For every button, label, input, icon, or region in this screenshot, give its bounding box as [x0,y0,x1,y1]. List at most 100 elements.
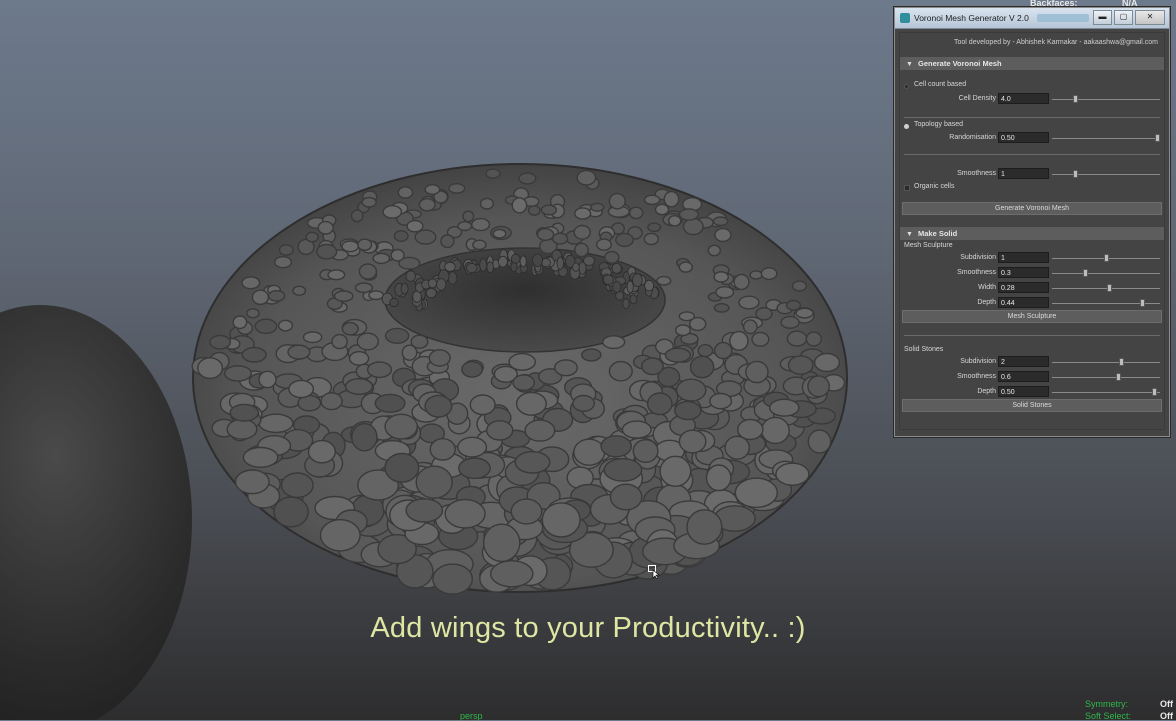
torus-cell [331,333,348,350]
torus-cell [791,280,808,292]
caption-text: Add wings to your Productivity.. :) [370,612,806,644]
cell-count-radio[interactable] [904,84,909,89]
torus-cell [678,208,699,221]
voronoi-tool-window[interactable]: Voronoi Mesh Generator V 2.0 ▬ ▢ ✕ Tool … [894,7,1170,437]
ms-smoothness-slider[interactable] [1052,273,1160,274]
solid-stones-button[interactable]: Solid Stones [902,399,1162,412]
ss-depth-slider[interactable] [1052,392,1160,393]
ms-smoothness-slider-handle[interactable] [1082,269,1088,277]
torus-inner-cell [644,279,654,292]
torus-cell [713,341,733,360]
ss-smoothness-slider[interactable] [1052,377,1160,378]
title-blur [1036,14,1089,22]
ss-subdivision-field[interactable]: 2 [998,356,1049,367]
torus-cell [787,355,814,375]
torus-cell [317,220,334,235]
ms-depth-field[interactable]: 0.44 [998,297,1049,308]
torus-cell [737,418,764,441]
torus-cell [608,192,626,210]
torus-cell [358,263,378,280]
ss-subdivision-slider-handle[interactable] [1118,358,1124,366]
torus-cell [600,435,633,458]
mesh-sculpture-button[interactable]: Mesh Sculpture [902,310,1162,323]
torus-inner-cell [583,255,595,266]
torus-cell [745,360,769,384]
torus-cell [288,379,314,399]
torus-cell [319,519,361,552]
torus-cell [678,261,693,273]
torus-cell [368,290,384,301]
ms-width-field[interactable]: 0.28 [998,282,1049,293]
torus-cell [511,197,528,214]
torus-cell [603,457,643,482]
torus-cell [574,242,589,258]
ss-depth-slider-handle[interactable] [1151,388,1157,396]
torus-cell [775,462,810,486]
generate-voronoi-mesh-button[interactable]: Generate Voronoi Mesh [902,202,1162,215]
torus-cell [374,393,406,413]
ss-smoothness-field[interactable]: 0.6 [998,371,1049,382]
torus-cell [807,375,830,398]
torus-cell [234,469,270,495]
hud-symmetry-label: Symmetry: [1085,699,1129,709]
torus-cell [602,335,626,350]
organic-cells-checkbox[interactable] [904,185,910,191]
torus-cell [734,477,778,509]
torus-inner-cell [572,262,580,272]
smoothness-slider-handle[interactable] [1072,170,1078,178]
randomisation-slider-handle[interactable] [1155,134,1160,142]
ms-subdivision-slider-handle[interactable] [1103,254,1109,262]
randomisation-label: Randomisation [949,134,996,141]
torus-cell [418,197,436,212]
ss-smoothness-label: Smoothness [957,373,996,380]
randomisation-slider[interactable] [1052,138,1160,139]
randomisation-field[interactable]: 0.50 [998,132,1049,143]
mesh-sculpture-title: Mesh Sculpture [904,242,953,249]
torus-inner-cell [632,273,643,288]
torus-cell [280,472,314,499]
torus-cell [278,319,294,332]
minimize-button[interactable]: ▬ [1093,10,1112,25]
ms-subdivision-field[interactable]: 1 [998,252,1049,263]
ms-width-label: Width [978,284,996,291]
torus-cell [813,352,841,373]
torus-cell [609,483,643,511]
close-button[interactable]: ✕ [1135,10,1165,25]
torus-cell [382,204,403,219]
generate-section-header[interactable]: ▼ Generate Voronoi Mesh [900,57,1164,70]
torus-cell [508,352,537,371]
ss-subdivision-slider[interactable] [1052,362,1160,363]
torus-inner-cell [626,280,634,294]
torus-cell [573,224,591,240]
make-solid-section-header[interactable]: ▼ Make Solid [900,227,1164,240]
torus-cell [615,232,634,248]
torus-cell [663,190,680,208]
cell-density-field[interactable]: 4.0 [998,93,1049,104]
torus-cell [320,392,343,411]
torus-cell [344,378,374,396]
ss-depth-field[interactable]: 0.50 [998,386,1049,397]
torus-cell [596,238,613,251]
cell-density-slider[interactable] [1052,99,1160,100]
torus-cell [415,465,453,499]
ms-smoothness-field[interactable]: 0.3 [998,267,1049,278]
restore-button[interactable]: ▢ [1114,10,1133,25]
torus-cell [724,435,751,460]
torus-cell [390,248,405,262]
torus-cell [273,496,309,528]
make-solid-section-title: Make Solid [918,229,958,238]
torus-cell [678,311,695,322]
smoothness-field[interactable]: 1 [998,168,1049,179]
hud-symmetry-value: Off [1160,699,1173,709]
smoothness-slider[interactable] [1052,174,1160,175]
ms-depth-slider-handle[interactable] [1139,299,1145,307]
torus-cell [292,285,307,296]
cell-density-slider-handle[interactable] [1072,95,1078,103]
topology-radio[interactable] [904,124,909,129]
torus-cell [472,239,487,251]
ss-smoothness-slider-handle[interactable] [1115,373,1121,381]
window-titlebar[interactable]: Voronoi Mesh Generator V 2.0 ▬ ▢ ✕ [895,8,1169,29]
torus-cell [576,169,597,186]
ms-width-slider-handle[interactable] [1106,284,1112,292]
torus-inner-cell [479,258,488,272]
